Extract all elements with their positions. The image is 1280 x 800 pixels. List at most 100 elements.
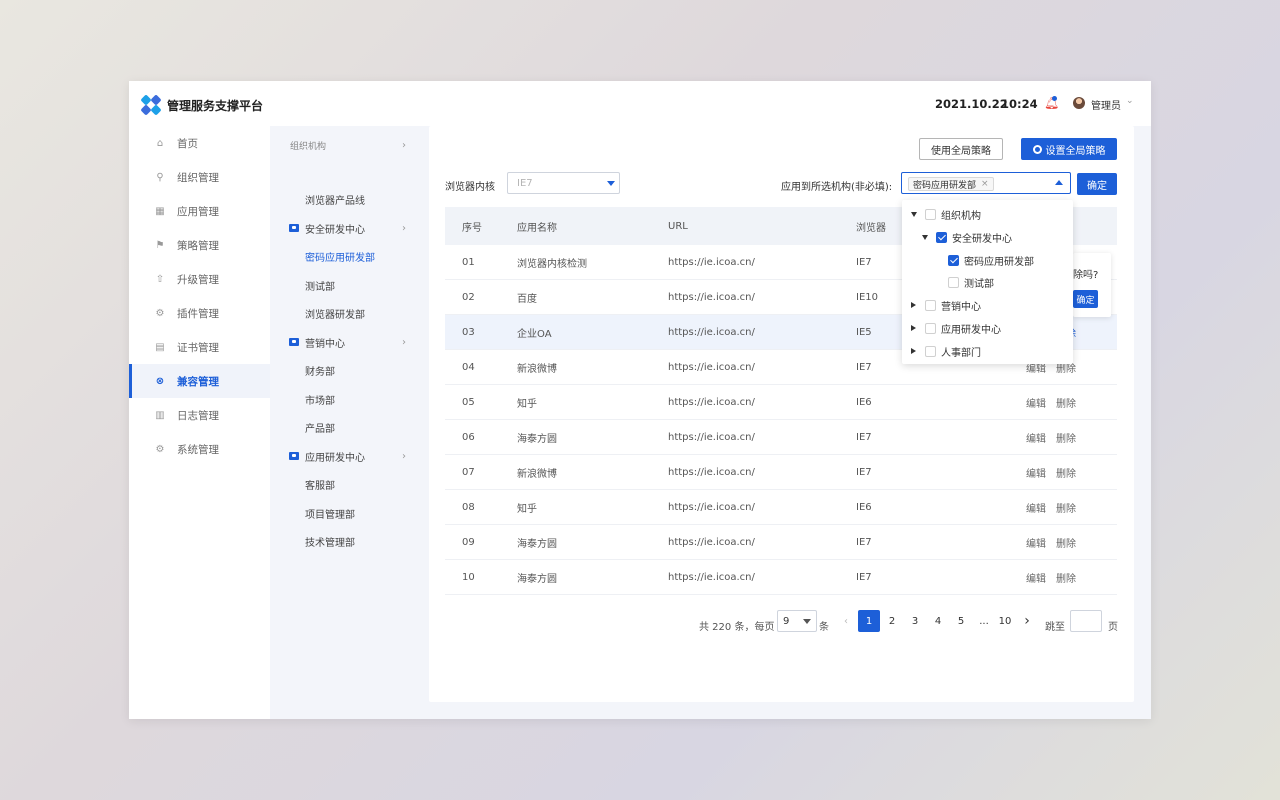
edit-link[interactable]: 编辑 [1026, 500, 1046, 515]
edit-link[interactable]: 编辑 [1026, 430, 1046, 445]
sidebar-item-plugin[interactable]: ⚙ 插件管理 [129, 296, 270, 330]
popconfirm-ok-button[interactable]: 确定 [1073, 290, 1098, 308]
avatar[interactable] [1073, 97, 1085, 109]
dropdown-tree-item[interactable]: 密码应用研发部 [948, 251, 1034, 269]
dropdown-tree-item[interactable]: 组织机构 [911, 205, 981, 223]
edit-link[interactable]: 编辑 [1026, 570, 1046, 585]
sidebar-item-strategy[interactable]: ⚑ 策略管理 [129, 228, 270, 262]
tree-checkbox[interactable] [936, 231, 947, 243]
caret-down-icon [803, 619, 811, 624]
org-tree-item[interactable]: 浏览器产品线 [270, 189, 428, 209]
delete-link[interactable]: 删除 [1056, 570, 1076, 585]
tree-checkbox[interactable] [925, 345, 936, 357]
edit-link[interactable]: 编辑 [1026, 395, 1046, 410]
kernel-select[interactable]: IE7 [507, 172, 620, 194]
sidebar-item-org[interactable]: ⚲ 组织管理 [129, 160, 270, 194]
delete-link[interactable]: 删除 [1056, 395, 1076, 410]
page-button[interactable]: 10 [995, 610, 1015, 632]
jump-page-input[interactable] [1070, 610, 1102, 632]
table-cell-name: 海泰方圆 [517, 538, 557, 550]
org-tree-item[interactable]: 密码应用研发部 [270, 246, 428, 266]
sidebar-item-label: 首页 [177, 137, 198, 150]
page-button[interactable]: 3 [904, 610, 926, 632]
user-name[interactable]: 管理员 [1091, 97, 1121, 112]
use-global-button[interactable]: 使用全局策略 [919, 138, 1003, 160]
table-row[interactable]: 07 新浪微博 https://ie.icoa.cn/IE7 编辑 删除 [445, 455, 1117, 490]
caret-right-icon[interactable] [911, 325, 916, 331]
delete-link[interactable]: 删除 [1056, 430, 1076, 445]
page-button[interactable]: 2 [881, 610, 903, 632]
page-button[interactable]: 4 [927, 610, 949, 632]
header-time: 10:24 [1001, 97, 1038, 111]
set-global-button[interactable]: 设置全局策略 [1021, 138, 1117, 160]
edit-link[interactable]: 编辑 [1026, 535, 1046, 550]
page-unit-label: 页 [1108, 621, 1118, 633]
chevron-down-icon[interactable]: ⌄ [1126, 96, 1134, 106]
caret-up-icon [1055, 180, 1063, 185]
org-tree-item[interactable]: 财务部 [270, 360, 428, 380]
dropdown-tree-item-label: 应用研发中心 [941, 324, 1001, 336]
table-cell-url: https://ie.icoa.cn/ [668, 361, 755, 373]
org-tree-head[interactable]: 组织机构 › [270, 135, 428, 155]
chevron-right-icon[interactable]: › [402, 337, 406, 348]
page-button[interactable]: 1 [858, 610, 880, 632]
org-tree-item[interactable]: 测试部 [270, 275, 428, 295]
table-cell-name: 海泰方圆 [517, 433, 557, 445]
table-cell-no: 01 [462, 256, 475, 268]
sidebar-item-certificate[interactable]: ▤ 证书管理 [129, 330, 270, 364]
caret-right-icon[interactable] [911, 302, 916, 308]
dropdown-tree-item[interactable]: 人事部门 [911, 342, 981, 360]
caret-right-icon[interactable] [911, 348, 916, 354]
org-tree-item[interactable]: 应用研发中心 › [270, 446, 428, 466]
org-tree-item[interactable]: 浏览器研发部 [270, 303, 428, 323]
sidebar-item-home[interactable]: ⌂ 首页 [129, 126, 270, 160]
dropdown-tree-item[interactable]: 测试部 [948, 273, 994, 291]
tree-checkbox[interactable] [948, 254, 959, 266]
org-tree-item[interactable]: 营销中心 › [270, 332, 428, 352]
org-tree-item[interactable]: 客服部 [270, 474, 428, 494]
caret-down-icon[interactable] [922, 234, 928, 240]
tree-checkbox[interactable] [925, 208, 936, 220]
tree-checkbox[interactable] [925, 299, 936, 311]
org-tree-item[interactable]: 技术管理部 [270, 531, 428, 551]
apply-confirm-button[interactable]: 确定 [1077, 173, 1117, 195]
org-tree-item[interactable]: 市场部 [270, 389, 428, 409]
chevron-right-icon[interactable]: › [402, 451, 406, 462]
tree-checkbox[interactable] [948, 276, 959, 288]
dropdown-tree-item-label: 安全研发中心 [952, 233, 1012, 245]
dropdown-tree-item[interactable]: 营销中心 [911, 296, 981, 314]
chevron-right-icon[interactable]: › [402, 223, 406, 234]
delete-link[interactable]: 删除 [1056, 500, 1076, 515]
header-date: 2021.10.22 [935, 97, 1008, 111]
chevron-right-icon[interactable]: › [402, 140, 406, 151]
org-tree-item[interactable]: 产品部 [270, 417, 428, 437]
table-row[interactable]: 06 海泰方圆 https://ie.icoa.cn/IE7 编辑 删除 [445, 420, 1117, 455]
dropdown-tree-item[interactable]: 应用研发中心 [911, 319, 1001, 337]
close-icon[interactable]: × [981, 179, 989, 189]
dropdown-tree-item[interactable]: 安全研发中心 [922, 228, 1012, 246]
page-size-select[interactable]: 9 [777, 610, 817, 632]
edit-link[interactable]: 编辑 [1026, 465, 1046, 480]
apply-org-select[interactable]: 密码应用研发部 × [901, 172, 1071, 194]
table-row[interactable]: 08 知乎 https://ie.icoa.cn/IE6 编辑 删除 [445, 490, 1117, 525]
row-actions: 编辑 删除 [1026, 395, 1117, 410]
sidebar-item-log[interactable]: ▥ 日志管理 [129, 398, 270, 432]
page-button[interactable]: 5 [950, 610, 972, 632]
sidebar-item-upgrade[interactable]: ⇧ 升级管理 [129, 262, 270, 296]
chevron-right-icon[interactable]: › [1019, 610, 1035, 632]
org-tree-item[interactable]: 安全研发中心 › [270, 218, 428, 238]
table-row[interactable]: 10 海泰方圆 https://ie.icoa.cn/IE7 编辑 删除 [445, 560, 1117, 595]
sidebar-item-label: 组织管理 [177, 171, 219, 184]
sidebar-item-compat[interactable]: ⊗ 兼容管理 [129, 364, 270, 398]
table-row[interactable]: 09 海泰方圆 https://ie.icoa.cn/IE7 编辑 删除 [445, 525, 1117, 560]
table-row[interactable]: 05 知乎 https://ie.icoa.cn/IE6 编辑 删除 [445, 385, 1117, 420]
tree-checkbox[interactable] [925, 322, 936, 334]
sidebar-item-apps[interactable]: ▦ 应用管理 [129, 194, 270, 228]
chevron-left-icon[interactable]: ‹ [838, 610, 854, 632]
sidebar-item-system[interactable]: ⚙ 系统管理 [129, 432, 270, 466]
delete-link[interactable]: 删除 [1056, 465, 1076, 480]
org-tree-item[interactable]: 项目管理部 [270, 503, 428, 523]
caret-down-icon[interactable] [911, 211, 917, 217]
sidebar-item-label: 系统管理 [177, 443, 219, 456]
delete-link[interactable]: 删除 [1056, 535, 1076, 550]
